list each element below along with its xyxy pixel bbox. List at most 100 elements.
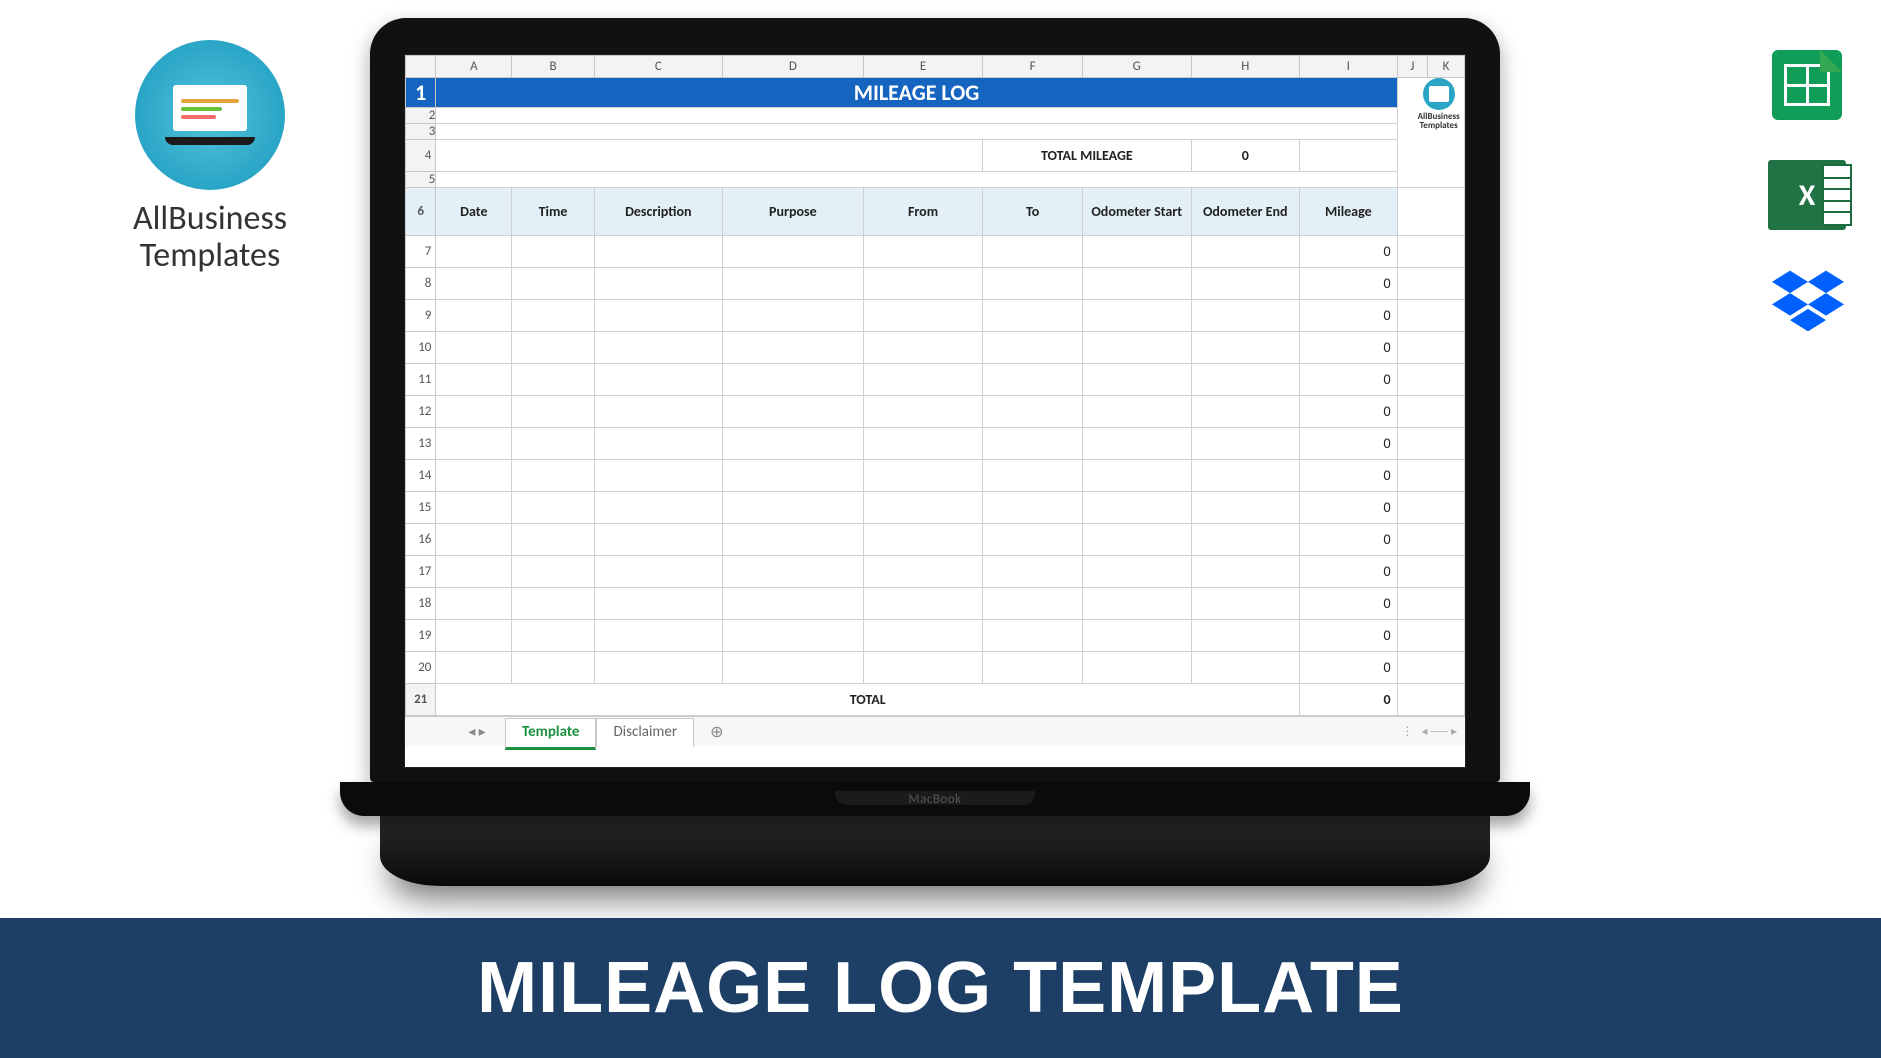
cell[interactable] [722,556,863,588]
row-header[interactable]: 8 [406,268,436,300]
cell[interactable] [436,268,512,300]
col-header[interactable]: J [1397,56,1427,78]
row-header[interactable]: 21 [406,684,436,716]
col-header[interactable]: G [1083,56,1192,78]
cell[interactable] [1083,236,1192,268]
cell[interactable] [1397,364,1464,396]
cell[interactable] [863,588,982,620]
sheet-title-cell[interactable]: MILEAGE LOG [436,78,1397,108]
row-header[interactable]: 18 [406,588,436,620]
row-header[interactable]: 15 [406,492,436,524]
cell[interactable] [863,268,982,300]
cell[interactable] [863,492,982,524]
hscroll-indicator[interactable]: ⋮ ◂ ─── ▸ [1401,724,1465,739]
cell[interactable] [436,124,1397,140]
cell[interactable] [1191,588,1300,620]
cell[interactable] [594,300,722,332]
cell[interactable] [512,524,594,556]
cell[interactable] [722,588,863,620]
cell[interactable] [512,364,594,396]
cell[interactable] [1191,332,1300,364]
header-odo-end[interactable]: Odometer End [1191,188,1300,236]
cell[interactable] [983,620,1083,652]
cell[interactable] [1397,268,1464,300]
sheet-tab[interactable]: Disclaimer [596,718,694,747]
cell[interactable] [722,428,863,460]
cell[interactable] [594,332,722,364]
cell[interactable] [436,588,512,620]
cell[interactable] [594,236,722,268]
excel-icon[interactable]: X [1768,160,1846,230]
cell[interactable] [594,556,722,588]
cell[interactable] [1191,236,1300,268]
row-header[interactable]: 20 [406,652,436,684]
cell[interactable] [1397,684,1464,716]
cell[interactable] [436,396,512,428]
cell[interactable] [1083,364,1192,396]
cell[interactable] [436,524,512,556]
cell[interactable] [594,396,722,428]
mileage-cell[interactable]: 0 [1300,492,1398,524]
mileage-cell[interactable]: 0 [1300,332,1398,364]
cell[interactable] [594,364,722,396]
header-to[interactable]: To [983,188,1083,236]
cell[interactable] [1397,556,1464,588]
cell[interactable] [1191,492,1300,524]
cell[interactable] [863,364,982,396]
cell[interactable] [594,460,722,492]
cell[interactable] [722,524,863,556]
cell[interactable] [1300,140,1398,172]
cell[interactable] [1191,428,1300,460]
cell[interactable] [1083,428,1192,460]
cell[interactable] [1397,460,1464,492]
cell[interactable] [436,108,1397,124]
cell[interactable] [863,396,982,428]
cell[interactable] [1191,524,1300,556]
col-header[interactable]: K [1428,56,1465,78]
row-header[interactable]: 19 [406,620,436,652]
cell[interactable] [863,428,982,460]
cell[interactable] [863,620,982,652]
mileage-cell[interactable]: 0 [1300,396,1398,428]
cell[interactable] [1397,300,1464,332]
cell[interactable] [512,652,594,684]
cell[interactable] [436,236,512,268]
total-mileage-value[interactable]: 0 [1191,140,1300,172]
row-header[interactable]: 3 [406,124,436,140]
cell[interactable] [1191,652,1300,684]
cell[interactable] [1191,364,1300,396]
row-header[interactable]: 10 [406,332,436,364]
cell[interactable] [594,492,722,524]
cell[interactable] [594,620,722,652]
add-sheet-button[interactable]: ⊕ [694,718,739,748]
cell[interactable] [722,300,863,332]
cell[interactable] [1397,332,1464,364]
sheet-tab[interactable]: Template [505,718,596,750]
header-purpose[interactable]: Purpose [722,188,863,236]
cell[interactable] [436,300,512,332]
row-header[interactable]: 12 [406,396,436,428]
cell[interactable] [1397,652,1464,684]
cell[interactable] [863,332,982,364]
cell[interactable] [1083,332,1192,364]
col-header[interactable]: H [1191,56,1300,78]
cell[interactable] [983,396,1083,428]
row-header[interactable]: 4 [406,140,436,172]
cell[interactable] [512,396,594,428]
cell[interactable] [436,556,512,588]
cell[interactable] [512,620,594,652]
mileage-cell[interactable]: 0 [1300,364,1398,396]
cell[interactable] [436,492,512,524]
cell[interactable] [722,460,863,492]
cell[interactable] [1083,268,1192,300]
cell[interactable] [512,588,594,620]
cell[interactable] [983,268,1083,300]
cell[interactable] [436,428,512,460]
mileage-cell[interactable]: 0 [1300,588,1398,620]
cell[interactable] [1083,620,1192,652]
row-header[interactable]: 13 [406,428,436,460]
cell[interactable] [1083,556,1192,588]
cell[interactable] [1083,300,1192,332]
mileage-cell[interactable]: 0 [1300,236,1398,268]
cell[interactable] [1397,620,1464,652]
